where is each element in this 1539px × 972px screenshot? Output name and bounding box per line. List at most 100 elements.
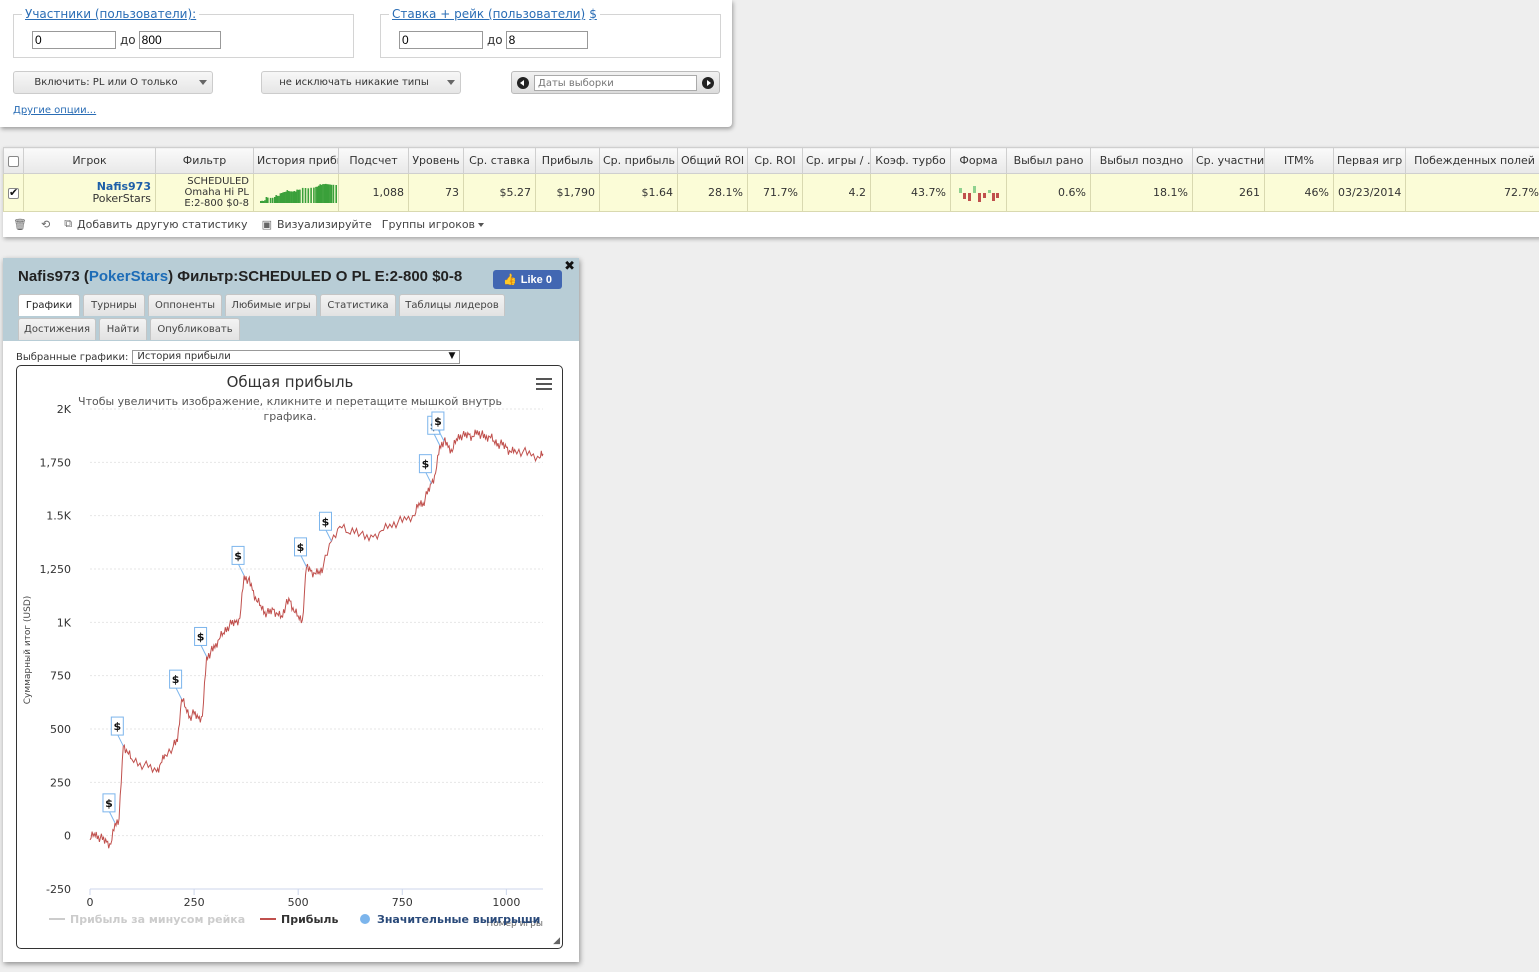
image-icon: ▣ xyxy=(261,217,272,231)
level-cell: 73 xyxy=(408,173,464,212)
profile-site-link[interactable]: PokerStars xyxy=(89,268,168,285)
tab-tournaments[interactable]: Турниры xyxy=(83,294,145,316)
stake-legend[interactable]: Ставка + рейк (пользователи) $ xyxy=(389,7,600,21)
table-header-row: Игрок Фильтр История прибы Подсчет Урове… xyxy=(3,147,1539,174)
col-header[interactable]: История прибы xyxy=(253,147,339,174)
col-header[interactable]: Первая игр xyxy=(1333,147,1406,174)
col-header[interactable]: ITM% xyxy=(1264,147,1334,174)
y-tick-label: 2K xyxy=(57,403,72,416)
player-cell[interactable]: Nafis973 PokerStars xyxy=(23,173,156,212)
big-win-flag-pole xyxy=(325,529,332,542)
tab-statistics[interactable]: Статистика xyxy=(320,294,396,316)
col-header[interactable]: Коэф. турбо xyxy=(870,147,951,174)
tab-favorite-games[interactable]: Любимые игры xyxy=(225,294,317,316)
next-arrow-icon[interactable] xyxy=(702,77,714,89)
trash-icon[interactable]: 🗑 xyxy=(13,218,27,231)
big-win-flag-label: $ xyxy=(297,541,305,554)
profile-player-name: Nafis973 xyxy=(18,268,80,285)
col-header[interactable]: Ср. ROI xyxy=(747,147,803,174)
prev-arrow-icon[interactable] xyxy=(517,77,529,89)
col-header[interactable]: Выбыл рано xyxy=(1006,147,1091,174)
big-win-flag-pole xyxy=(116,733,124,747)
facebook-like-button[interactable]: 👍 Like 0 xyxy=(493,270,562,289)
table-toolbar: 🗑 ⟲ ⧉ Добавить другую статистику ▣ Визуа… xyxy=(3,213,485,235)
row-checkbox[interactable] xyxy=(8,186,19,199)
tab-leaderboards[interactable]: Таблицы лидеров xyxy=(399,294,505,316)
close-icon[interactable]: ✖ xyxy=(564,259,575,274)
y-tick-label: 500 xyxy=(50,723,71,736)
sparkline-bar xyxy=(332,184,335,203)
col-header[interactable]: Выбыл поздно xyxy=(1090,147,1193,174)
sparkline-bar xyxy=(285,191,287,203)
stake-from-input[interactable] xyxy=(399,31,483,49)
big-win-flag-label: $ xyxy=(434,415,442,428)
add-stat-button[interactable]: Добавить другую статистику xyxy=(77,218,248,231)
col-header[interactable]: Общий ROI xyxy=(677,147,748,174)
profit-chart[interactable]: Общая прибыльЧтобы увеличить изображение… xyxy=(17,366,564,950)
include-types-dropdown[interactable]: Включить: PL или O только xyxy=(13,71,213,94)
col-header[interactable]: Уровень xyxy=(408,147,464,174)
player-name-link[interactable]: Nafis973 xyxy=(28,180,151,193)
legend-item-profit: Прибыль xyxy=(281,913,338,926)
table-row[interactable]: Nafis973 PokerStars SCHEDULED Omaha Hi P… xyxy=(3,173,1539,212)
sparkline-bar xyxy=(275,194,277,203)
other-options-link[interactable]: Другие опции... xyxy=(13,105,96,116)
tab-achievements[interactable]: Достижения xyxy=(18,318,96,340)
total-roi-cell: 28.1% xyxy=(677,173,748,212)
sparkline-bar xyxy=(287,190,290,203)
participants-legend[interactable]: Участники (пользователи): xyxy=(22,7,200,21)
y-tick-label: -250 xyxy=(46,883,71,896)
big-win-flag-pole xyxy=(200,644,208,657)
big-win-flag-pole xyxy=(437,428,445,442)
avg-games-cell: 4.2 xyxy=(802,173,871,212)
dates-input[interactable] xyxy=(534,75,697,91)
refresh-icon[interactable]: ⟲ xyxy=(41,218,50,231)
exclude-types-dropdown[interactable]: не исключать никакие типы xyxy=(261,71,461,94)
visualize-button[interactable]: Визуализируйте xyxy=(277,218,372,231)
chevron-down-icon xyxy=(199,80,207,85)
row-select-cell[interactable] xyxy=(3,173,24,212)
form-bar xyxy=(987,189,991,193)
chart-title: Общая прибыль xyxy=(227,373,354,391)
selected-charts-label: Выбранные графики: xyxy=(16,351,129,363)
col-header[interactable]: Прибыль xyxy=(535,147,600,174)
profit-chart-frame[interactable]: Общая прибыль Чтобы увеличить изображение… xyxy=(16,365,563,949)
col-header[interactable]: Побежденных полей xyxy=(1405,147,1539,174)
tab-charts[interactable]: Графики xyxy=(18,294,80,316)
sparkline-bar xyxy=(278,195,280,203)
form-bar xyxy=(982,192,986,198)
col-header[interactable]: Ср. участни xyxy=(1192,147,1265,174)
col-header[interactable]: Форма xyxy=(950,147,1007,174)
thumbs-up-icon: 👍 xyxy=(503,274,517,286)
to-label: до xyxy=(120,33,136,47)
y-tick-label: 1,750 xyxy=(40,456,72,469)
exclude-types-label: не исключать никакие типы xyxy=(279,77,429,88)
sparkline-bar xyxy=(279,192,282,203)
col-header[interactable]: Подсчет xyxy=(338,147,409,174)
player-groups-dropdown[interactable]: Группы игроков xyxy=(382,218,485,231)
sparkline-bar xyxy=(276,195,279,203)
resize-grip-icon[interactable]: ◢ xyxy=(553,936,560,946)
col-header[interactable]: Ср. ставка xyxy=(463,147,536,174)
select-all-header[interactable] xyxy=(3,147,24,174)
early-out-cell: 0.6% xyxy=(1006,173,1091,212)
stake-to-input[interactable] xyxy=(505,31,588,49)
col-header[interactable]: Ср. игры / . xyxy=(802,147,871,174)
count-cell: 1,088 xyxy=(338,173,409,212)
select-all-checkbox[interactable] xyxy=(8,155,19,167)
chart-select[interactable]: История прибыли ▼ xyxy=(132,350,461,364)
menu-icon[interactable] xyxy=(536,378,552,391)
col-header[interactable]: Фильтр xyxy=(155,147,254,174)
tab-find[interactable]: Найти xyxy=(99,318,147,340)
col-header[interactable]: Игрок xyxy=(23,147,156,174)
sparkline-bar xyxy=(323,183,326,203)
big-win-flag-pole xyxy=(424,471,432,484)
form-bar xyxy=(967,192,971,201)
avg-entrants-cell: 261 xyxy=(1192,173,1265,212)
tab-opponents[interactable]: Оппоненты xyxy=(148,294,222,316)
tab-publish[interactable]: Опубликовать xyxy=(150,318,240,340)
col-header[interactable]: Ср. прибыль xyxy=(599,147,678,174)
participants-from-input[interactable] xyxy=(32,31,116,49)
participants-to-input[interactable] xyxy=(138,31,221,49)
y-axis-label: Суммарный итог (USD) xyxy=(23,596,33,705)
